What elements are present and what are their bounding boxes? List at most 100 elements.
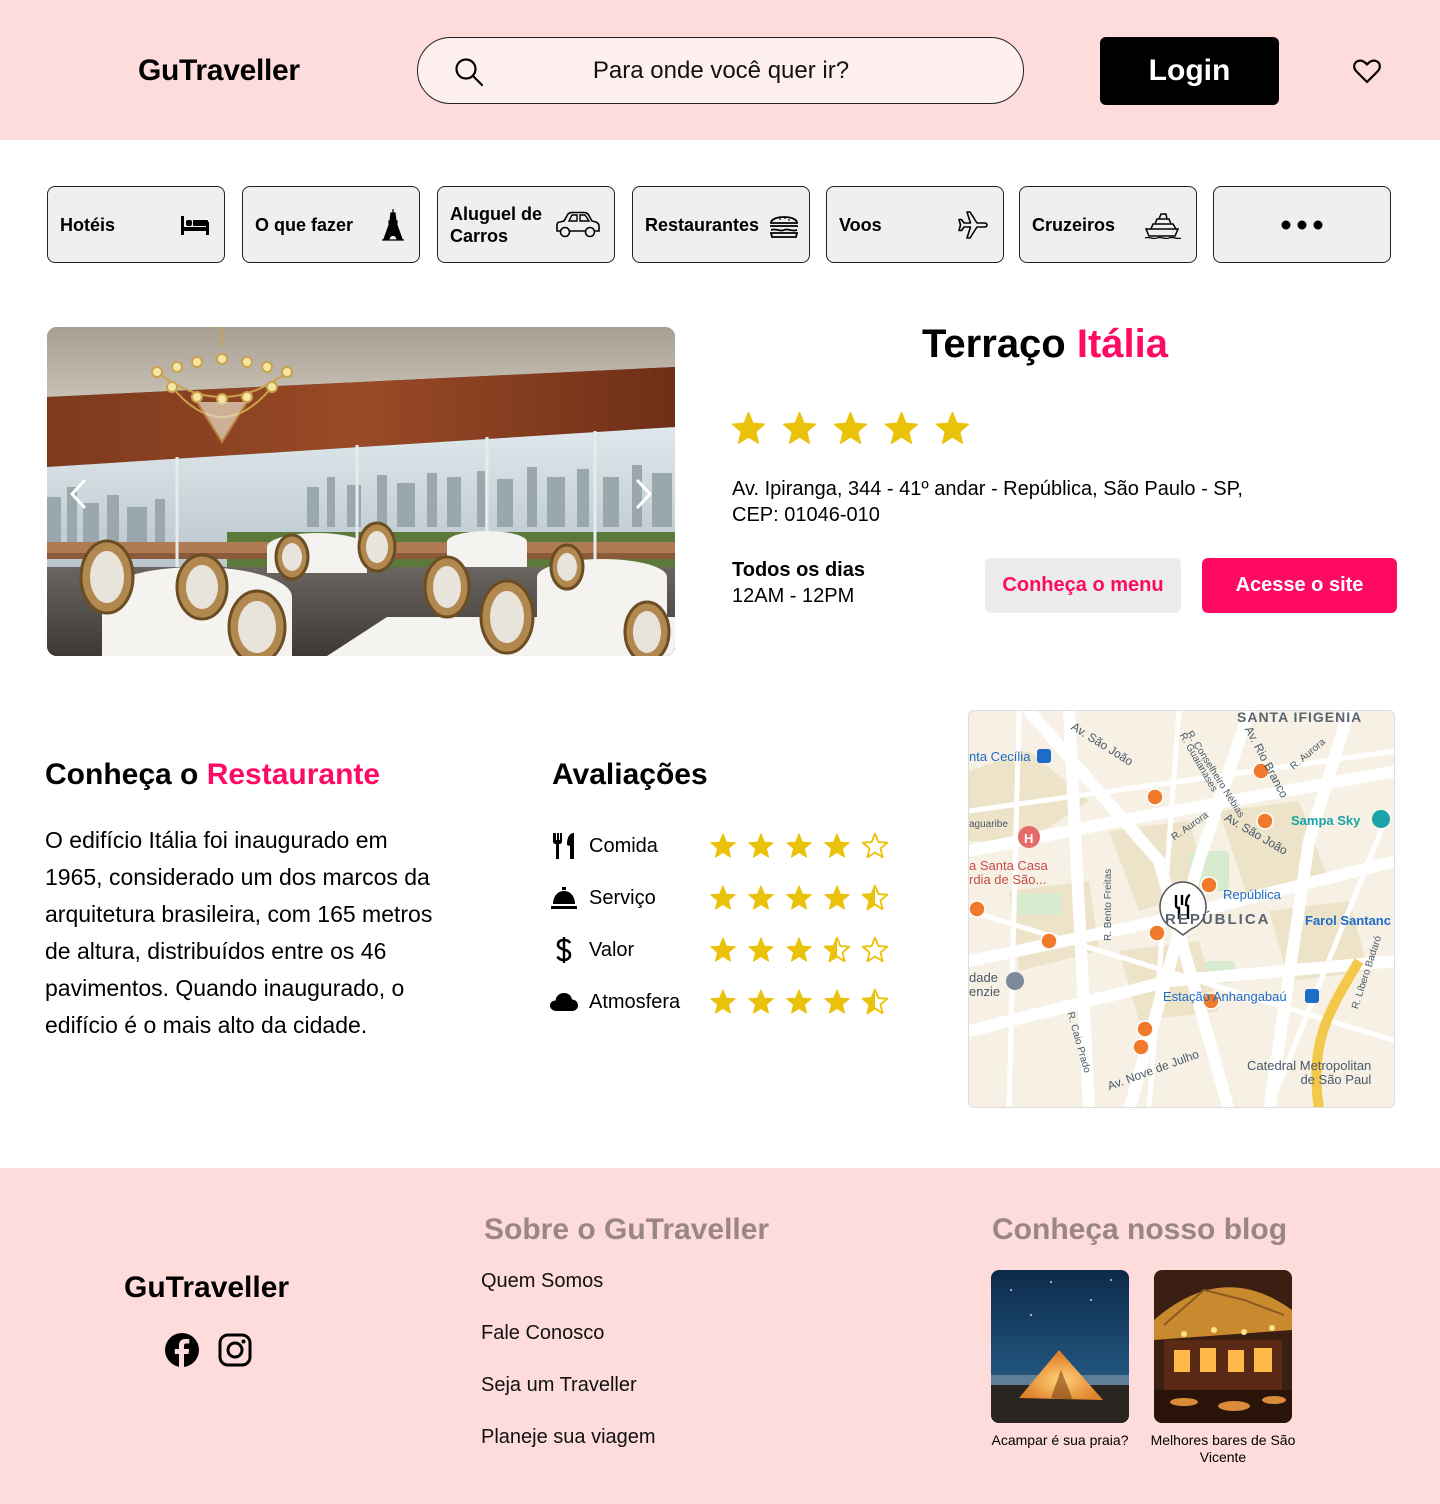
star-full-icon — [710, 833, 736, 858]
star-full-icon — [786, 937, 812, 962]
review-stars — [709, 832, 889, 860]
search-icon — [455, 58, 484, 87]
review-label: Serviço — [589, 887, 656, 909]
bar-photo — [1154, 1270, 1292, 1423]
instagram-icon[interactable] — [217, 1332, 253, 1368]
map-label-sampa-sky: Sampa Sky — [1291, 813, 1361, 828]
category-cruzeiros[interactable]: Cruzeiros — [1019, 186, 1197, 263]
about-title: Conheça o Restaurante — [45, 758, 380, 792]
category-label: Voos — [839, 214, 882, 235]
review-label: Comida — [589, 835, 658, 857]
restaurant-rating — [730, 410, 971, 447]
blog-post-caption[interactable]: Acampar é sua praia? — [980, 1432, 1140, 1449]
about-title-part2: Restaurante — [206, 758, 381, 791]
star-half-icon — [823, 936, 851, 963]
address-line2: CEP: 01046-010 — [732, 504, 880, 526]
star-full-icon — [748, 989, 774, 1014]
category-label: Aluguel de Carros — [450, 203, 543, 246]
login-button[interactable]: Login — [1100, 37, 1279, 105]
map-label-santa-casa: a Santa Casa rdia de São... — [969, 858, 1048, 887]
review-row-valor: Valor — [549, 933, 909, 967]
about-title-part1: Conheça o — [45, 758, 199, 791]
review-row-servico: Serviço — [549, 881, 909, 915]
blog-post-image-camping[interactable] — [991, 1270, 1129, 1423]
star-full-icon — [748, 833, 774, 858]
review-label: Atmosfera — [589, 991, 681, 1013]
footer-about-title: Sobre o GuTraveller — [484, 1213, 770, 1246]
category-aluguel-de-carros[interactable]: Aluguel de Carros — [437, 186, 615, 263]
category-more[interactable] — [1213, 186, 1391, 263]
star-full-icon — [884, 411, 919, 444]
address-line1: Av. Ipiranga, 344 - 41º andar - Repúblic… — [732, 478, 1243, 500]
hours-value: 12AM - 12PM — [732, 585, 855, 607]
carousel-prev-icon[interactable] — [67, 477, 91, 511]
star-full-icon — [786, 885, 812, 910]
review-label: Valor — [589, 939, 635, 961]
airplane-icon — [958, 210, 988, 239]
logo[interactable]: GuTraveller — [138, 54, 300, 88]
map-label-santa-ifigenia: SANTA IFIGENIA — [1237, 710, 1363, 725]
map-label-aguaribe: aguaribe — [969, 819, 1008, 830]
star-full-icon — [824, 885, 850, 910]
heart-icon[interactable] — [1352, 56, 1382, 86]
star-full-icon — [833, 411, 868, 444]
burger-icon — [769, 215, 799, 238]
tent-photo — [991, 1270, 1129, 1423]
map-label-catedral: Catedral Metropolitan de São Paul — [1247, 1058, 1372, 1087]
review-stars — [709, 988, 889, 1016]
reviews-title: Avaliações — [552, 758, 708, 791]
star-half-icon — [861, 884, 889, 911]
footer-link-seja-traveller[interactable]: Seja um Traveller — [481, 1374, 637, 1397]
category-label: Restaurantes — [645, 214, 760, 235]
review-stars — [709, 936, 889, 964]
carousel-next-icon[interactable] — [631, 477, 655, 511]
search-input[interactable] — [498, 52, 944, 90]
star-full-icon — [786, 833, 812, 858]
car-icon — [556, 211, 600, 237]
category-restaurantes[interactable]: Restaurantes — [632, 186, 810, 263]
location-map[interactable]: H SANTA IFIGENIA Av. São João nta Cecíli… — [968, 710, 1395, 1108]
category-o-que-fazer[interactable]: O que fazer — [242, 186, 420, 263]
restaurant-title: Terraço Itália — [730, 322, 1360, 367]
search-bar[interactable] — [417, 37, 1024, 104]
star-full-icon — [824, 833, 850, 858]
footer-link-fale-conosco[interactable]: Fale Conosco — [481, 1322, 604, 1345]
eiffel-tower-icon — [382, 208, 404, 241]
service-bell-icon — [551, 887, 577, 909]
restaurant-photo-carousel[interactable] — [47, 327, 675, 656]
star-full-icon — [710, 989, 736, 1014]
star-half-icon — [861, 988, 889, 1015]
footer-link-quem-somos[interactable]: Quem Somos — [481, 1270, 603, 1293]
about-text: O edifício Itália foi inaugurado em 1965… — [45, 827, 433, 1038]
star-full-icon — [782, 411, 817, 444]
map-label-republica: República — [1223, 887, 1281, 902]
map-label-estacao: Estação Anhangabaú — [1163, 989, 1287, 1004]
review-stars — [709, 884, 889, 912]
blog-post-image-bares[interactable] — [1154, 1270, 1292, 1423]
footer-blog-title: Conheça nosso blog — [992, 1213, 1288, 1246]
facebook-icon[interactable] — [164, 1332, 200, 1368]
category-label: Cruzeiros — [1032, 214, 1116, 235]
website-button[interactable]: Acesse o site — [1202, 558, 1397, 613]
star-empty-icon — [861, 936, 889, 963]
star-empty-icon — [861, 832, 889, 859]
footer-logo[interactable]: GuTraveller — [124, 1271, 289, 1305]
category-hoteis[interactable]: Hotéis — [47, 186, 225, 263]
category-label: O que fazer — [255, 214, 354, 235]
blog-post-caption[interactable]: Melhores bares de São Vicente — [1143, 1432, 1303, 1466]
restaurant-address: Av. Ipiranga, 344 - 41º andar - Repúblic… — [732, 476, 1352, 528]
restaurant-title-part2: Itália — [1076, 322, 1169, 366]
ship-icon — [1144, 212, 1182, 239]
review-row-atmosfera: Atmosfera — [549, 985, 909, 1019]
category-voos[interactable]: Voos — [826, 186, 1004, 263]
utensils-icon — [553, 833, 574, 859]
cloud-icon — [550, 993, 578, 1011]
map-label-dade: dade enzie — [969, 970, 1001, 999]
map-label-santa-cecilia: nta Cecília — [969, 749, 1031, 764]
menu-button[interactable]: Conheça o menu — [985, 558, 1181, 613]
star-full-icon — [710, 937, 736, 962]
restaurant-title-part1: Terraço — [921, 322, 1066, 366]
map-label-bento-freitas: R. Bento Freitas — [1103, 868, 1114, 941]
map-label-farol: Farol Santanc — [1305, 913, 1391, 928]
footer-link-planeje-viagem[interactable]: Planeje sua viagem — [481, 1426, 656, 1449]
